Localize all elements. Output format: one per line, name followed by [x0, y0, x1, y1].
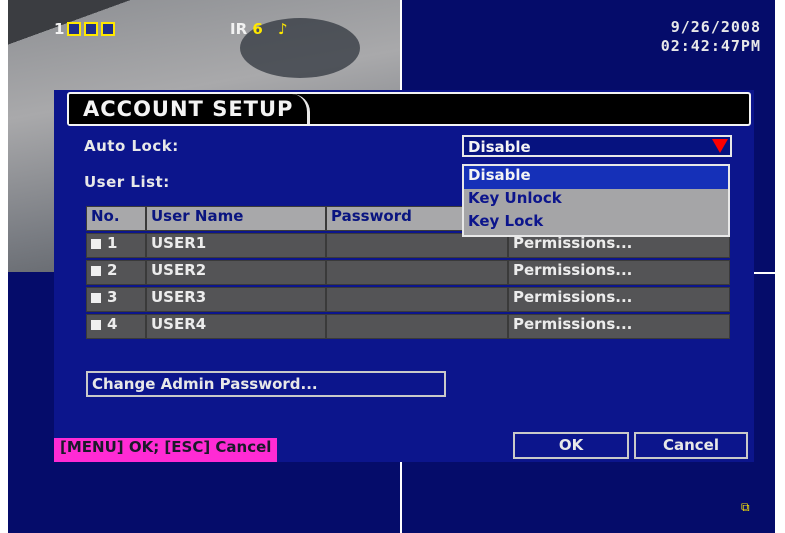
row-number: 2: [107, 261, 118, 279]
user-name-field[interactable]: USER4: [146, 314, 326, 339]
password-field[interactable]: [326, 314, 508, 339]
permissions-button[interactable]: Permissions...: [508, 260, 730, 285]
table-row: 3 USER3 Permissions...: [86, 287, 730, 312]
channel-indicator-icon: [84, 22, 99, 36]
table-row: 2 USER2 Permissions...: [86, 260, 730, 285]
channel-indicator-icon: [67, 22, 82, 36]
channel-status: 1: [54, 20, 116, 38]
row-number: 4: [107, 315, 118, 333]
user-enable-checkbox[interactable]: [91, 266, 101, 276]
auto-lock-value: Disable: [468, 138, 531, 156]
channel-number: 1: [54, 20, 65, 38]
ir-value: 6: [252, 20, 263, 38]
user-name-field[interactable]: USER3: [146, 287, 326, 312]
row-no-cell[interactable]: 2: [86, 260, 146, 285]
row-no-cell[interactable]: 4: [86, 314, 146, 339]
date-text: 9/26/2008: [670, 18, 761, 36]
dialog-title-bar: ACCOUNT SETUP: [67, 92, 751, 126]
auto-lock-options: Disable Key Unlock Key Lock: [462, 164, 730, 237]
option-key-lock[interactable]: Key Lock: [464, 212, 728, 235]
table-row: 4 USER4 Permissions...: [86, 314, 730, 339]
password-field[interactable]: [326, 260, 508, 285]
password-field[interactable]: [326, 287, 508, 312]
header-user-name: User Name: [146, 206, 326, 231]
permissions-button[interactable]: Permissions...: [508, 287, 730, 312]
cancel-button[interactable]: Cancel: [634, 432, 748, 459]
user-enable-checkbox[interactable]: [91, 293, 101, 303]
ir-label: IR: [230, 20, 248, 38]
option-key-unlock[interactable]: Key Unlock: [464, 189, 728, 212]
row-number: 1: [107, 234, 118, 252]
audio-icon: ♪: [278, 20, 288, 38]
ok-button[interactable]: OK: [513, 432, 629, 459]
header-no: No.: [86, 206, 146, 231]
channel-indicator-icon: [101, 22, 116, 36]
datetime-display: 9/26/2008 02:42:47PM: [661, 18, 761, 56]
user-enable-checkbox[interactable]: [91, 239, 101, 249]
user-list-label: User List:: [84, 173, 170, 191]
row-no-cell[interactable]: 1: [86, 233, 146, 258]
network-icon: ⧉: [741, 500, 750, 514]
option-disable[interactable]: Disable: [464, 166, 728, 189]
ir-indicator: IR 6: [230, 20, 263, 38]
key-hint: [MENU] OK; [ESC] Cancel: [54, 438, 278, 462]
user-enable-checkbox[interactable]: [91, 320, 101, 330]
change-admin-password-button[interactable]: Change Admin Password...: [86, 371, 446, 397]
dropdown-arrow-icon[interactable]: [712, 139, 728, 153]
user-name-field[interactable]: USER1: [146, 233, 326, 258]
dvr-screen: 1 IR 6 ♪ 9/26/2008 02:42:47PM ACCOUNT SE…: [8, 0, 775, 533]
dialog-title: ACCOUNT SETUP: [83, 97, 294, 121]
auto-lock-select[interactable]: Disable: [462, 135, 732, 157]
row-no-cell[interactable]: 3: [86, 287, 146, 312]
permissions-button[interactable]: Permissions...: [508, 314, 730, 339]
auto-lock-label: Auto Lock:: [84, 137, 179, 155]
time-text: 02:42:47PM: [660, 37, 761, 55]
row-number: 3: [107, 288, 118, 306]
account-setup-dialog: ACCOUNT SETUP Auto Lock: Disable User Li…: [54, 90, 754, 462]
user-name-field[interactable]: USER2: [146, 260, 326, 285]
